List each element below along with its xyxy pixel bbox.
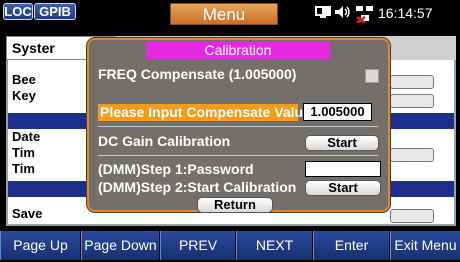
softkey-page-down[interactable]: Page Down	[81, 231, 159, 260]
loc-badge: LOC	[3, 3, 33, 20]
bg-item-time: Tim	[12, 145, 35, 160]
freq-compensate-checkbox[interactable]	[365, 69, 379, 83]
bg-item-key: Key	[12, 88, 36, 103]
calibration-dialog: Calibration FREQ Compensate (1.005000) P…	[87, 38, 390, 213]
softkey-next[interactable]: NEXT	[236, 231, 312, 260]
bg-button[interactable]	[390, 94, 434, 108]
compensate-value-input[interactable]: 1.005000	[303, 103, 372, 121]
softkey-enter[interactable]: Enter	[313, 231, 389, 260]
password-input[interactable]	[305, 161, 381, 177]
bg-button[interactable]	[390, 148, 434, 162]
freq-compensate-label: FREQ Compensate (1.005000)	[98, 66, 297, 82]
network-disconnected-icon	[355, 5, 375, 24]
softkey-exit-menu[interactable]: Exit Menu	[390, 231, 460, 260]
dmm-start-button[interactable]: Start	[305, 180, 381, 196]
monitor-icon	[314, 5, 332, 21]
menu-title: Menu	[170, 3, 278, 25]
divider	[98, 126, 378, 127]
bg-item-save: Save	[12, 206, 43, 221]
divider	[98, 155, 378, 156]
status-bar: LOC GPIB Menu 16:14:57	[0, 0, 460, 26]
speaker-icon	[334, 5, 352, 21]
softkey-prev[interactable]: PREV	[160, 231, 235, 260]
bg-item-date: Date	[12, 129, 41, 144]
dc-gain-label: DC Gain Calibration	[98, 133, 231, 149]
bg-item-timer: Tim	[12, 161, 35, 176]
bg-button[interactable]	[390, 209, 434, 223]
clock-time: 16:14:57	[378, 5, 433, 21]
dialog-title: Calibration	[146, 42, 330, 59]
softkey-page-up[interactable]: Page Up	[0, 231, 80, 260]
bg-item-beeper: Bee	[12, 72, 36, 87]
gpib-badge: GPIB	[34, 3, 76, 20]
bg-button[interactable]	[390, 75, 434, 89]
dmm-step2-label: (DMM)Step 2:Start Calibration	[98, 179, 297, 195]
dmm-step1-label: (DMM)Step 1:Password	[98, 161, 254, 177]
compensate-value-label: Please Input Compensate Value	[100, 104, 311, 120]
return-button[interactable]: Return	[197, 197, 273, 213]
dc-gain-start-button[interactable]: Start	[305, 135, 379, 151]
